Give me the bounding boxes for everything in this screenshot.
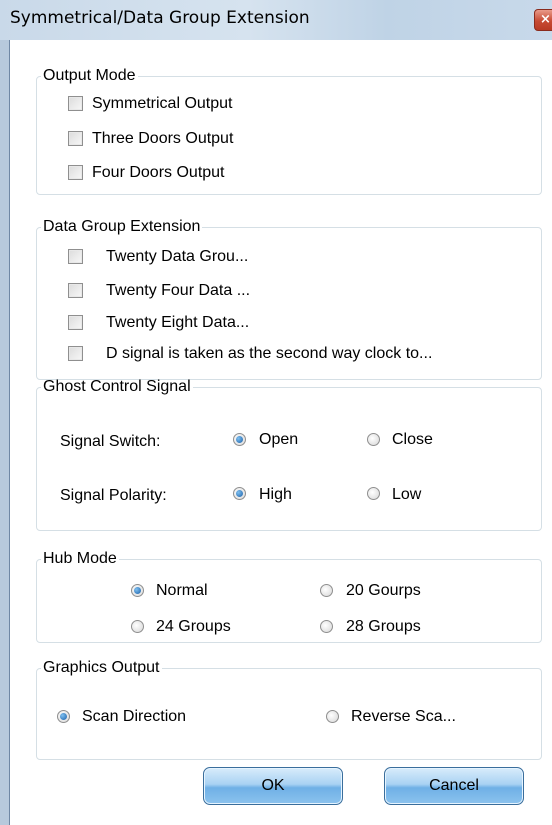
scan-direction-radio[interactable] xyxy=(57,710,70,723)
dialog-window: Symmetrical/Data Group Extension × Outpu… xyxy=(0,0,552,825)
twenty-data-group-label: Twenty Data Grou... xyxy=(106,248,249,265)
reverse-scan-radio[interactable] xyxy=(326,710,339,723)
hub-mode-20-groups-label: 20 Gourps xyxy=(346,582,421,599)
d-signal-clock-checkbox[interactable] xyxy=(68,346,83,361)
ghost-control-signal-group: Ghost Control Signal xyxy=(36,378,542,531)
scan-direction-label: Scan Direction xyxy=(82,708,187,725)
close-icon: × xyxy=(540,12,551,27)
output-mode-legend: Output Mode xyxy=(43,67,136,84)
reverse-scan-label: Reverse Sca... xyxy=(351,708,456,725)
twenty-data-group-checkbox[interactable] xyxy=(68,249,83,264)
signal-polarity-low-label: Low xyxy=(392,486,422,503)
twenty-four-data-group-checkbox[interactable] xyxy=(68,283,83,298)
ok-button[interactable]: OK xyxy=(203,767,343,805)
hub-mode-normal-label: Normal xyxy=(156,582,208,599)
cancel-button[interactable]: Cancel xyxy=(384,767,524,805)
hub-mode-24-groups-label: 24 Groups xyxy=(156,618,231,635)
ghost-control-signal-legend: Ghost Control Signal xyxy=(43,378,191,395)
hub-mode-24-groups-radio[interactable] xyxy=(131,620,144,633)
twenty-eight-data-group-label: Twenty Eight Data... xyxy=(106,314,250,331)
symmetrical-output-label: Symmetrical Output xyxy=(92,95,233,112)
signal-switch-close-label: Close xyxy=(392,431,433,448)
twenty-eight-data-group-checkbox[interactable] xyxy=(68,315,83,330)
hub-mode-group: Hub Mode xyxy=(36,550,542,643)
hub-mode-20-groups-radio[interactable] xyxy=(320,584,333,597)
signal-switch-close-radio[interactable] xyxy=(367,433,380,446)
signal-polarity-high-label: High xyxy=(259,486,292,503)
symmetrical-output-checkbox[interactable] xyxy=(68,96,83,111)
signal-switch-label: Signal Switch: xyxy=(60,433,161,450)
signal-polarity-low-radio[interactable] xyxy=(367,487,380,500)
three-doors-output-label: Three Doors Output xyxy=(92,130,234,147)
graphics-output-legend: Graphics Output xyxy=(43,659,160,676)
hub-mode-normal-radio[interactable] xyxy=(131,584,144,597)
hub-mode-legend: Hub Mode xyxy=(43,550,117,567)
signal-switch-open-label: Open xyxy=(259,431,299,448)
four-doors-output-checkbox[interactable] xyxy=(68,165,83,180)
hub-mode-28-groups-radio[interactable] xyxy=(320,620,333,633)
window-title: Symmetrical/Data Group Extension xyxy=(10,8,310,28)
title-bar[interactable]: Symmetrical/Data Group Extension × xyxy=(0,0,552,40)
three-doors-output-checkbox[interactable] xyxy=(68,131,83,146)
signal-polarity-label: Signal Polarity: xyxy=(60,487,167,504)
d-signal-clock-label: D signal is taken as the second way cloc… xyxy=(106,345,433,362)
signal-polarity-high-radio[interactable] xyxy=(233,487,246,500)
twenty-four-data-group-label: Twenty Four Data ... xyxy=(106,282,251,299)
data-group-extension-legend: Data Group Extension xyxy=(43,218,201,235)
signal-switch-open-radio[interactable] xyxy=(233,433,246,446)
dialog-body: Output Mode Symmetrical Output Three Doo… xyxy=(9,40,552,825)
four-doors-output-label: Four Doors Output xyxy=(92,164,225,181)
hub-mode-28-groups-label: 28 Groups xyxy=(346,618,421,635)
close-button[interactable]: × xyxy=(534,9,552,31)
